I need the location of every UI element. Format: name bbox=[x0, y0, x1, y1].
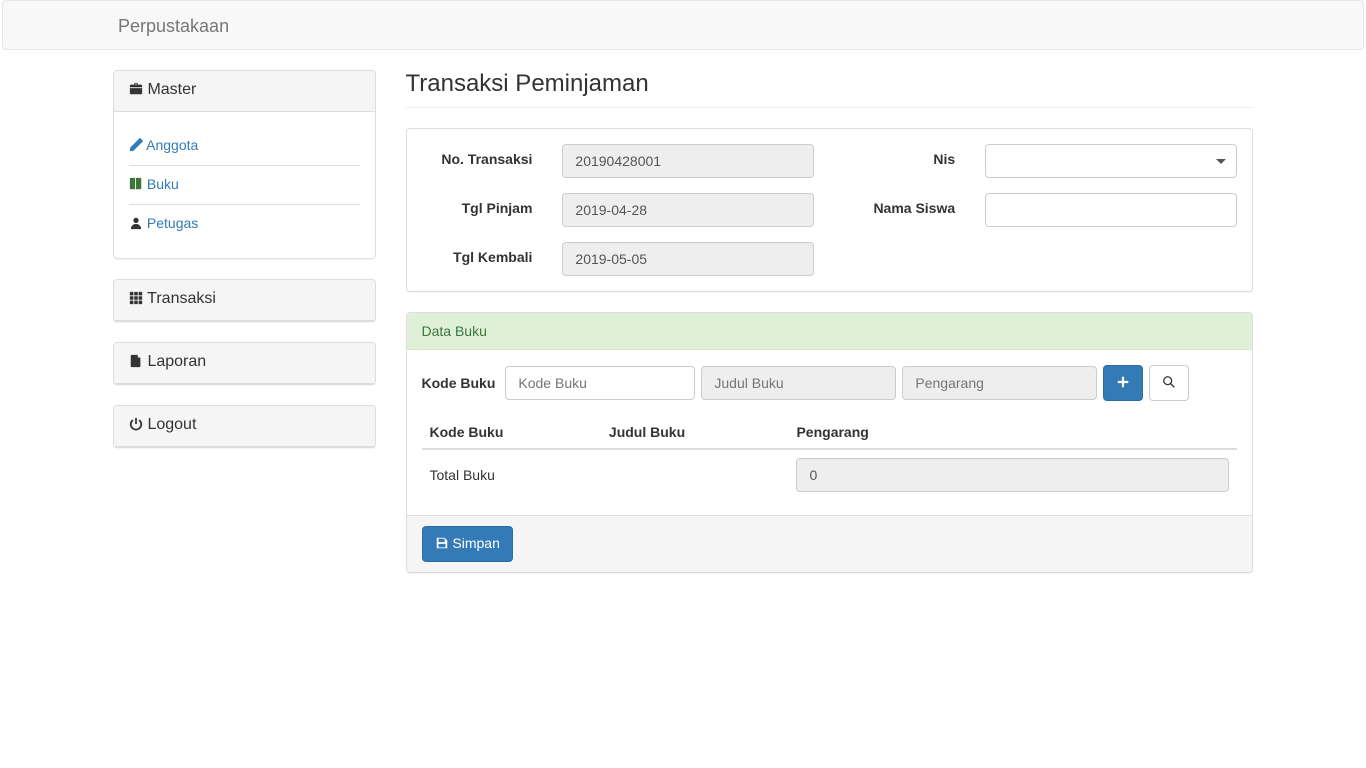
book-icon bbox=[129, 177, 143, 194]
search-book-button[interactable] bbox=[1149, 365, 1189, 401]
pengarang-input bbox=[902, 366, 1097, 400]
th-kode-buku: Kode Buku bbox=[422, 416, 601, 449]
sidebar-item-label: Petugas bbox=[147, 215, 198, 231]
sidebar-item-anggota[interactable]: Anggota bbox=[129, 127, 360, 165]
sidebar-transaksi-heading[interactable]: Transaksi bbox=[114, 280, 375, 321]
no-transaksi-input bbox=[562, 144, 814, 178]
sidebar-panel-master: Master Anggota bbox=[113, 70, 376, 259]
add-book-button[interactable] bbox=[1103, 365, 1143, 401]
briefcase-icon bbox=[129, 82, 143, 101]
tgl-kembali-input bbox=[562, 242, 814, 276]
sidebar-panel-logout: Logout bbox=[113, 405, 376, 448]
sidebar-logout-heading[interactable]: Logout bbox=[114, 406, 375, 447]
judul-buku-input bbox=[701, 366, 896, 400]
main-content: Transaksi Peminjaman No. Transaksi bbox=[391, 70, 1269, 593]
th-pengarang: Pengarang bbox=[788, 416, 1237, 449]
sidebar-item-label: Buku bbox=[147, 176, 179, 192]
sidebar-item-buku[interactable]: Buku bbox=[129, 165, 360, 204]
sidebar-item-petugas[interactable]: Petugas bbox=[129, 204, 360, 243]
form-panel: No. Transaksi Tgl Pinjam bbox=[406, 128, 1254, 292]
navbar-brand[interactable]: Perpustakaan bbox=[103, 1, 244, 52]
sidebar-laporan-heading[interactable]: Laporan bbox=[114, 343, 375, 384]
tgl-pinjam-input bbox=[562, 193, 814, 227]
data-buku-panel: Data Buku Kode Buku bbox=[406, 312, 1254, 573]
kode-buku-label: Kode Buku bbox=[422, 375, 496, 391]
sidebar-panel-transaksi: Transaksi bbox=[113, 279, 376, 322]
simpan-label: Simpan bbox=[452, 535, 499, 551]
simpan-button[interactable]: Simpan bbox=[422, 526, 513, 562]
sidebar: Master Anggota bbox=[98, 70, 391, 468]
tgl-pinjam-label: Tgl Pinjam bbox=[407, 193, 548, 216]
kode-buku-input[interactable] bbox=[505, 366, 695, 400]
tgl-kembali-label: Tgl Kembali bbox=[407, 242, 548, 265]
power-icon bbox=[129, 417, 143, 436]
sidebar-item-label: Anggota bbox=[146, 137, 198, 153]
sidebar-transaksi-title: Transaksi bbox=[147, 290, 216, 307]
total-buku-input bbox=[796, 458, 1229, 492]
search-icon bbox=[1162, 374, 1176, 394]
navbar: Perpustakaan bbox=[2, 0, 1364, 50]
plus-icon bbox=[1116, 374, 1130, 394]
nis-label: Nis bbox=[829, 144, 970, 167]
no-transaksi-label: No. Transaksi bbox=[407, 144, 548, 167]
sidebar-laporan-title: Laporan bbox=[147, 353, 206, 370]
page-title: Transaksi Peminjaman bbox=[406, 70, 1254, 108]
total-buku-label: Total Buku bbox=[422, 449, 789, 500]
data-buku-title: Data Buku bbox=[422, 323, 487, 339]
nama-siswa-label: Nama Siswa bbox=[829, 193, 970, 216]
sidebar-master-title: Master bbox=[147, 81, 196, 98]
user-icon bbox=[129, 216, 143, 233]
book-search-row: Kode Buku bbox=[422, 365, 1238, 401]
th-judul-buku: Judul Buku bbox=[601, 416, 789, 449]
sidebar-logout-title: Logout bbox=[147, 416, 196, 433]
grid-icon bbox=[129, 291, 143, 310]
book-table: Kode Buku Judul Buku Pengarang Total Buk… bbox=[422, 416, 1238, 500]
sidebar-master-heading[interactable]: Master bbox=[114, 71, 375, 112]
save-icon bbox=[435, 535, 449, 555]
table-row-total: Total Buku bbox=[422, 449, 1238, 500]
file-icon bbox=[129, 354, 143, 373]
pencil-icon bbox=[129, 138, 143, 155]
nama-siswa-input[interactable] bbox=[985, 193, 1237, 227]
nis-select[interactable] bbox=[985, 144, 1237, 178]
sidebar-panel-laporan: Laporan bbox=[113, 342, 376, 385]
